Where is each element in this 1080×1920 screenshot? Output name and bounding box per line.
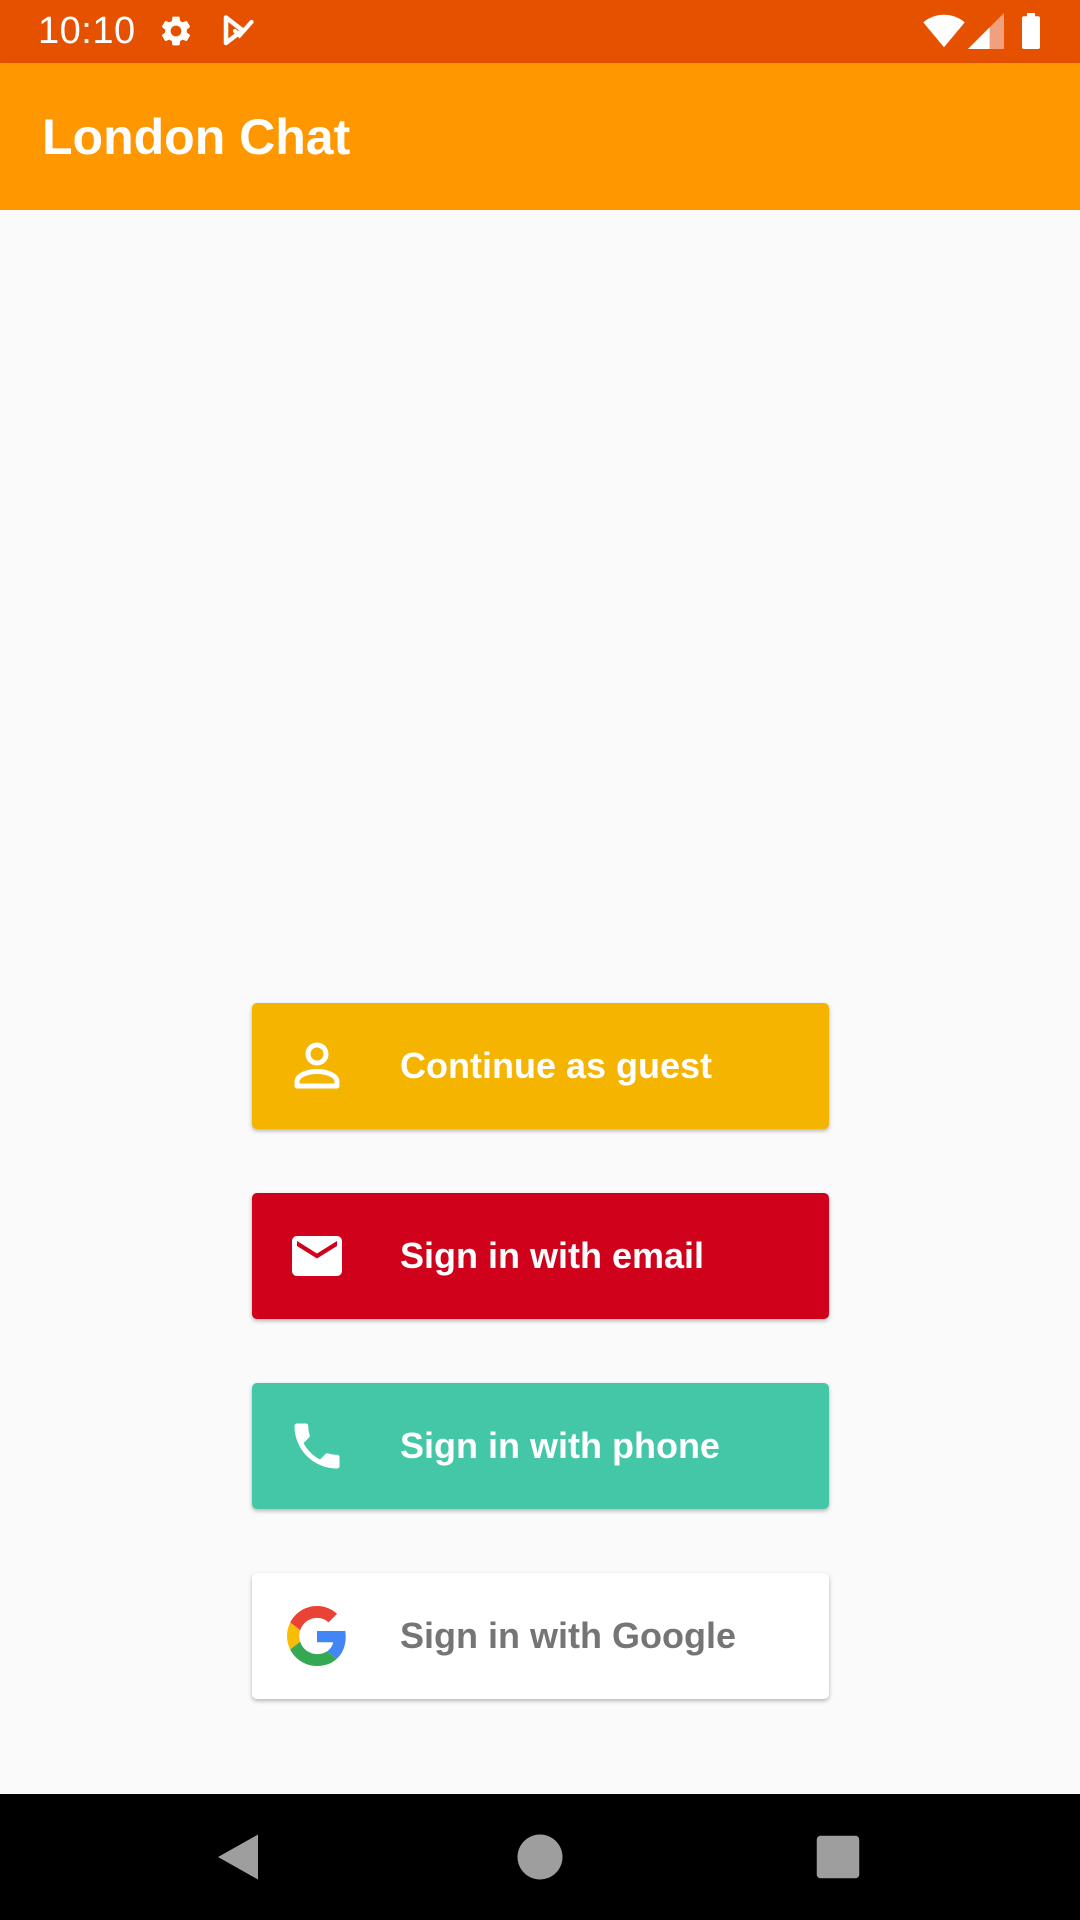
home-icon[interactable] [510, 1827, 570, 1887]
app-bar: London Chat [0, 63, 1080, 210]
google-logo-icon [287, 1606, 346, 1666]
continue-as-guest-button[interactable]: Continue as guest [252, 1003, 829, 1129]
continue-as-guest-label: Continue as guest [400, 1045, 713, 1086]
navigation-bar [0, 1794, 1080, 1920]
recents-icon[interactable] [808, 1827, 868, 1887]
person-icon [294, 1042, 340, 1089]
status-time: 10:10 [38, 10, 136, 52]
sign-in-email-label: Sign in with email [400, 1235, 705, 1276]
phone-icon [294, 1423, 340, 1469]
task-check-icon [223, 15, 254, 46]
cell-signal-icon [968, 13, 1004, 49]
sign-in-screen [0, 210, 1080, 1794]
mail-icon [292, 1236, 342, 1276]
battery-icon [1022, 13, 1040, 49]
gear-icon [161, 16, 191, 46]
sign-in-phone-label: Sign in with phone [400, 1425, 720, 1466]
app-title: London Chat [42, 109, 351, 165]
status-bar: 10:10 [0, 0, 1080, 63]
sign-in-google-button[interactable]: Sign in with Google [252, 1573, 829, 1699]
back-icon[interactable] [208, 1827, 268, 1887]
sign-in-phone-button[interactable]: Sign in with phone [252, 1383, 829, 1509]
sign-in-google-label: Sign in with Google [400, 1615, 736, 1656]
sign-in-email-button[interactable]: Sign in with email [252, 1193, 829, 1319]
wifi-icon [923, 14, 965, 48]
